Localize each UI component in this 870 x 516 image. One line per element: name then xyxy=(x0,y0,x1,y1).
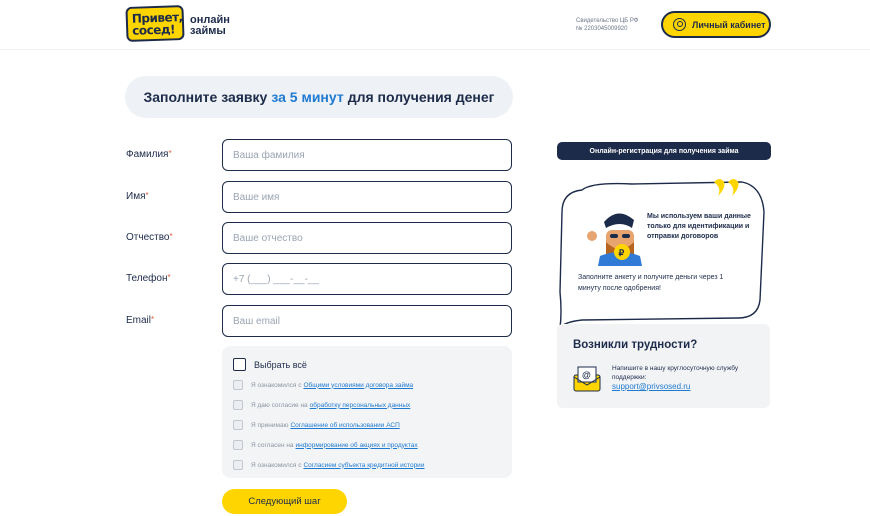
license-info: Свидетельство ЦБ РФ № 2203045009920 xyxy=(576,17,646,33)
brand-subtitle: онлайн займы xyxy=(190,15,230,37)
required-mark: * xyxy=(151,315,155,324)
next-step-button[interactable]: Следующий шаг xyxy=(222,489,347,514)
consent-item-marketing[interactable]: Я согласен на информирование об акциях и… xyxy=(233,440,418,450)
license-line-2: № 2203045009920 xyxy=(576,26,628,32)
form-row-email: Email* xyxy=(126,305,514,337)
name-input[interactable] xyxy=(222,181,512,213)
form-row-name: Имя* xyxy=(126,181,514,213)
personal-cabinet-label: Личный кабинет xyxy=(692,19,766,30)
surname-input[interactable] xyxy=(222,139,512,171)
logo[interactable]: Привет, сосед! xyxy=(125,4,185,43)
form-row-phone: Телефон* xyxy=(126,263,514,295)
user-icon xyxy=(673,18,686,31)
consent-prefix: Я ознакомился с xyxy=(251,461,302,469)
consent-prefix: Я даю согласие на xyxy=(251,401,308,409)
logo-text: Привет, сосед! xyxy=(131,10,183,38)
site-header: Привет, сосед! онлайн займы Свидетельств… xyxy=(0,0,870,50)
help-title: Возникли трудности? xyxy=(573,339,698,351)
title-part-1: Заполните заявку xyxy=(143,89,268,105)
phone-input[interactable] xyxy=(222,263,512,295)
title-accent: за 5 минут xyxy=(271,89,344,105)
page-title: Заполните заявку за 5 минут для получени… xyxy=(125,76,513,118)
email-label-text: Email xyxy=(126,315,152,326)
speech-bubble: ₽ xyxy=(559,179,765,329)
select-all-checkbox[interactable]: Выбрать всё xyxy=(233,358,307,371)
consents-panel: Выбрать всё Я ознакомился с Общими услов… xyxy=(222,346,512,478)
title-part-2: для получения денег xyxy=(347,89,495,105)
consent-item-personal-data[interactable]: Я даю согласие на обработку персональных… xyxy=(233,400,410,410)
checkbox-box[interactable] xyxy=(233,460,243,470)
surname-label-text: Фамилия xyxy=(126,149,169,160)
surname-label: Фамилия* xyxy=(126,149,172,160)
form-row-surname: Фамилия* xyxy=(126,139,514,171)
checkbox-box[interactable] xyxy=(233,358,246,371)
select-all-label: Выбрать всё xyxy=(254,359,307,370)
required-mark: * xyxy=(145,191,149,200)
checkbox-box[interactable] xyxy=(233,440,243,450)
general-terms-link[interactable]: Общими условиями договора займа xyxy=(303,382,413,389)
svg-text:₽: ₽ xyxy=(619,248,625,258)
checkbox-box[interactable] xyxy=(233,380,243,390)
bubble-text: Мы используем ваши данные только для иде… xyxy=(647,213,751,240)
consent-prefix: Я ознакомился с xyxy=(251,381,302,389)
mail-icon: @ xyxy=(573,366,601,392)
required-mark: * xyxy=(167,273,171,282)
marketing-link[interactable]: информирование об акциях и продуктах xyxy=(296,442,418,449)
name-label: Имя* xyxy=(126,191,149,202)
required-mark: * xyxy=(168,149,172,158)
support-email-link[interactable]: support@privsosed.ru xyxy=(612,382,690,391)
brand-subtitle-line-2: займы xyxy=(190,25,226,37)
phone-label: Телефон* xyxy=(126,273,171,284)
name-label-text: Имя xyxy=(126,191,146,202)
consent-prefix: Я согласен на xyxy=(251,441,294,449)
bubble-note: Заполните анкету и получите деньги через… xyxy=(578,274,724,292)
help-text: Напишите в нашу круглосуточную службу по… xyxy=(612,365,739,381)
credit-history-link[interactable]: Согласием субъекта кредитной истории xyxy=(303,462,424,469)
consent-item-credit-history[interactable]: Я ознакомился с Согласием субъекта креди… xyxy=(233,460,424,470)
consent-prefix: Я принимаю xyxy=(251,421,289,429)
checkbox-box[interactable] xyxy=(233,400,243,410)
checkbox-box[interactable] xyxy=(233,420,243,430)
help-box: Возникли трудности? @ Напишите в нашу кр… xyxy=(557,324,770,408)
consent-item-general-terms[interactable]: Я ознакомился с Общими условиями договор… xyxy=(233,380,413,390)
personal-data-link[interactable]: обработку персональных данных xyxy=(310,402,411,409)
email-input[interactable] xyxy=(222,305,512,337)
license-line-1: Свидетельство ЦБ РФ xyxy=(576,18,639,24)
svg-text:@: @ xyxy=(582,370,591,380)
patronymic-label: Отчество* xyxy=(126,232,173,243)
registration-badge: Онлайн-регистрация для получения займа xyxy=(557,142,771,160)
patronymic-label-text: Отчество xyxy=(126,232,170,243)
required-mark: * xyxy=(169,232,173,241)
consent-item-asp[interactable]: Я принимаю Соглашение об использовании А… xyxy=(233,420,400,430)
bubble-outline xyxy=(559,181,765,329)
patronymic-input[interactable] xyxy=(222,222,512,254)
email-label: Email* xyxy=(126,315,154,326)
personal-cabinet-button[interactable]: Личный кабинет xyxy=(661,11,771,38)
form-row-patronymic: Отчество* xyxy=(126,222,514,254)
asp-agreement-link[interactable]: Соглашение об использовании АСП xyxy=(290,422,399,429)
phone-label-text: Телефон xyxy=(126,273,168,284)
